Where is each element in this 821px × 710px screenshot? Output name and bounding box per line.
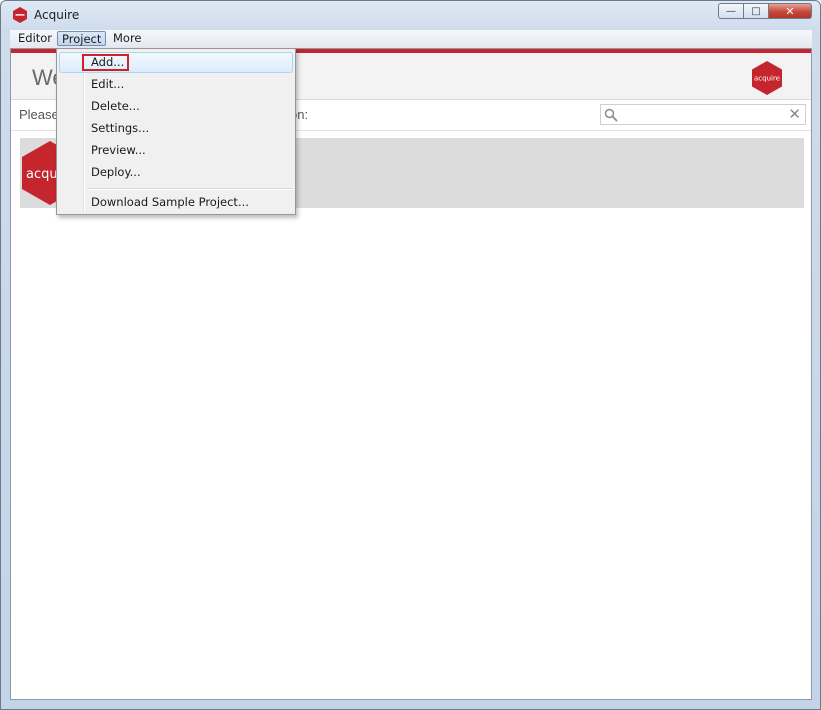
menu-item-add[interactable]: Add... <box>59 52 293 73</box>
menu-item-preview[interactable]: Preview... <box>59 140 293 161</box>
menu-item-download-sample-label: Download Sample Project... <box>91 195 249 209</box>
menu-item-delete[interactable]: Delete... <box>59 96 293 117</box>
app-window: Acquire — □ ✕ Editor Project More We acq… <box>0 0 821 710</box>
brand-logo-text: acquire <box>754 75 780 83</box>
clear-search-icon[interactable]: ✕ <box>788 106 801 123</box>
menu-more[interactable]: More <box>109 31 146 46</box>
menu-item-download-sample[interactable]: Download Sample Project... <box>59 192 293 213</box>
menu-item-edit-label: Edit... <box>91 77 125 91</box>
minimize-button[interactable]: — <box>718 3 744 19</box>
menu-item-deploy-label: Deploy... <box>91 165 141 179</box>
search-input[interactable] <box>621 106 785 125</box>
brand-logo-icon: acquire <box>752 61 782 95</box>
menu-item-delete-label: Delete... <box>91 99 140 113</box>
menu-separator <box>87 188 293 190</box>
menu-item-edit[interactable]: Edit... <box>59 74 293 95</box>
project-logo-text: acqu <box>26 167 58 182</box>
title-bar[interactable]: Acquire — □ ✕ <box>1 1 820 29</box>
window-controls: — □ ✕ <box>718 3 812 19</box>
project-menu-dropdown: Add... Edit... Delete... Settings... Pre… <box>56 48 296 215</box>
menu-item-deploy[interactable]: Deploy... <box>59 162 293 183</box>
close-button[interactable]: ✕ <box>768 3 812 19</box>
maximize-button[interactable]: □ <box>743 3 769 19</box>
menu-item-preview-label: Preview... <box>91 143 146 157</box>
window-title: Acquire <box>34 8 80 22</box>
menu-project[interactable]: Project <box>57 31 107 46</box>
menu-item-settings[interactable]: Settings... <box>59 118 293 139</box>
acquire-logo-icon <box>13 7 27 23</box>
search-icon <box>604 108 618 122</box>
menu-editor[interactable]: Editor <box>14 31 56 46</box>
menu-item-add-label: Add... <box>91 55 125 69</box>
menu-bar: Editor Project More <box>10 30 812 49</box>
filter-prompt: Please <box>19 107 59 122</box>
menu-item-settings-label: Settings... <box>91 121 150 135</box>
search-box[interactable]: ✕ <box>600 104 806 125</box>
